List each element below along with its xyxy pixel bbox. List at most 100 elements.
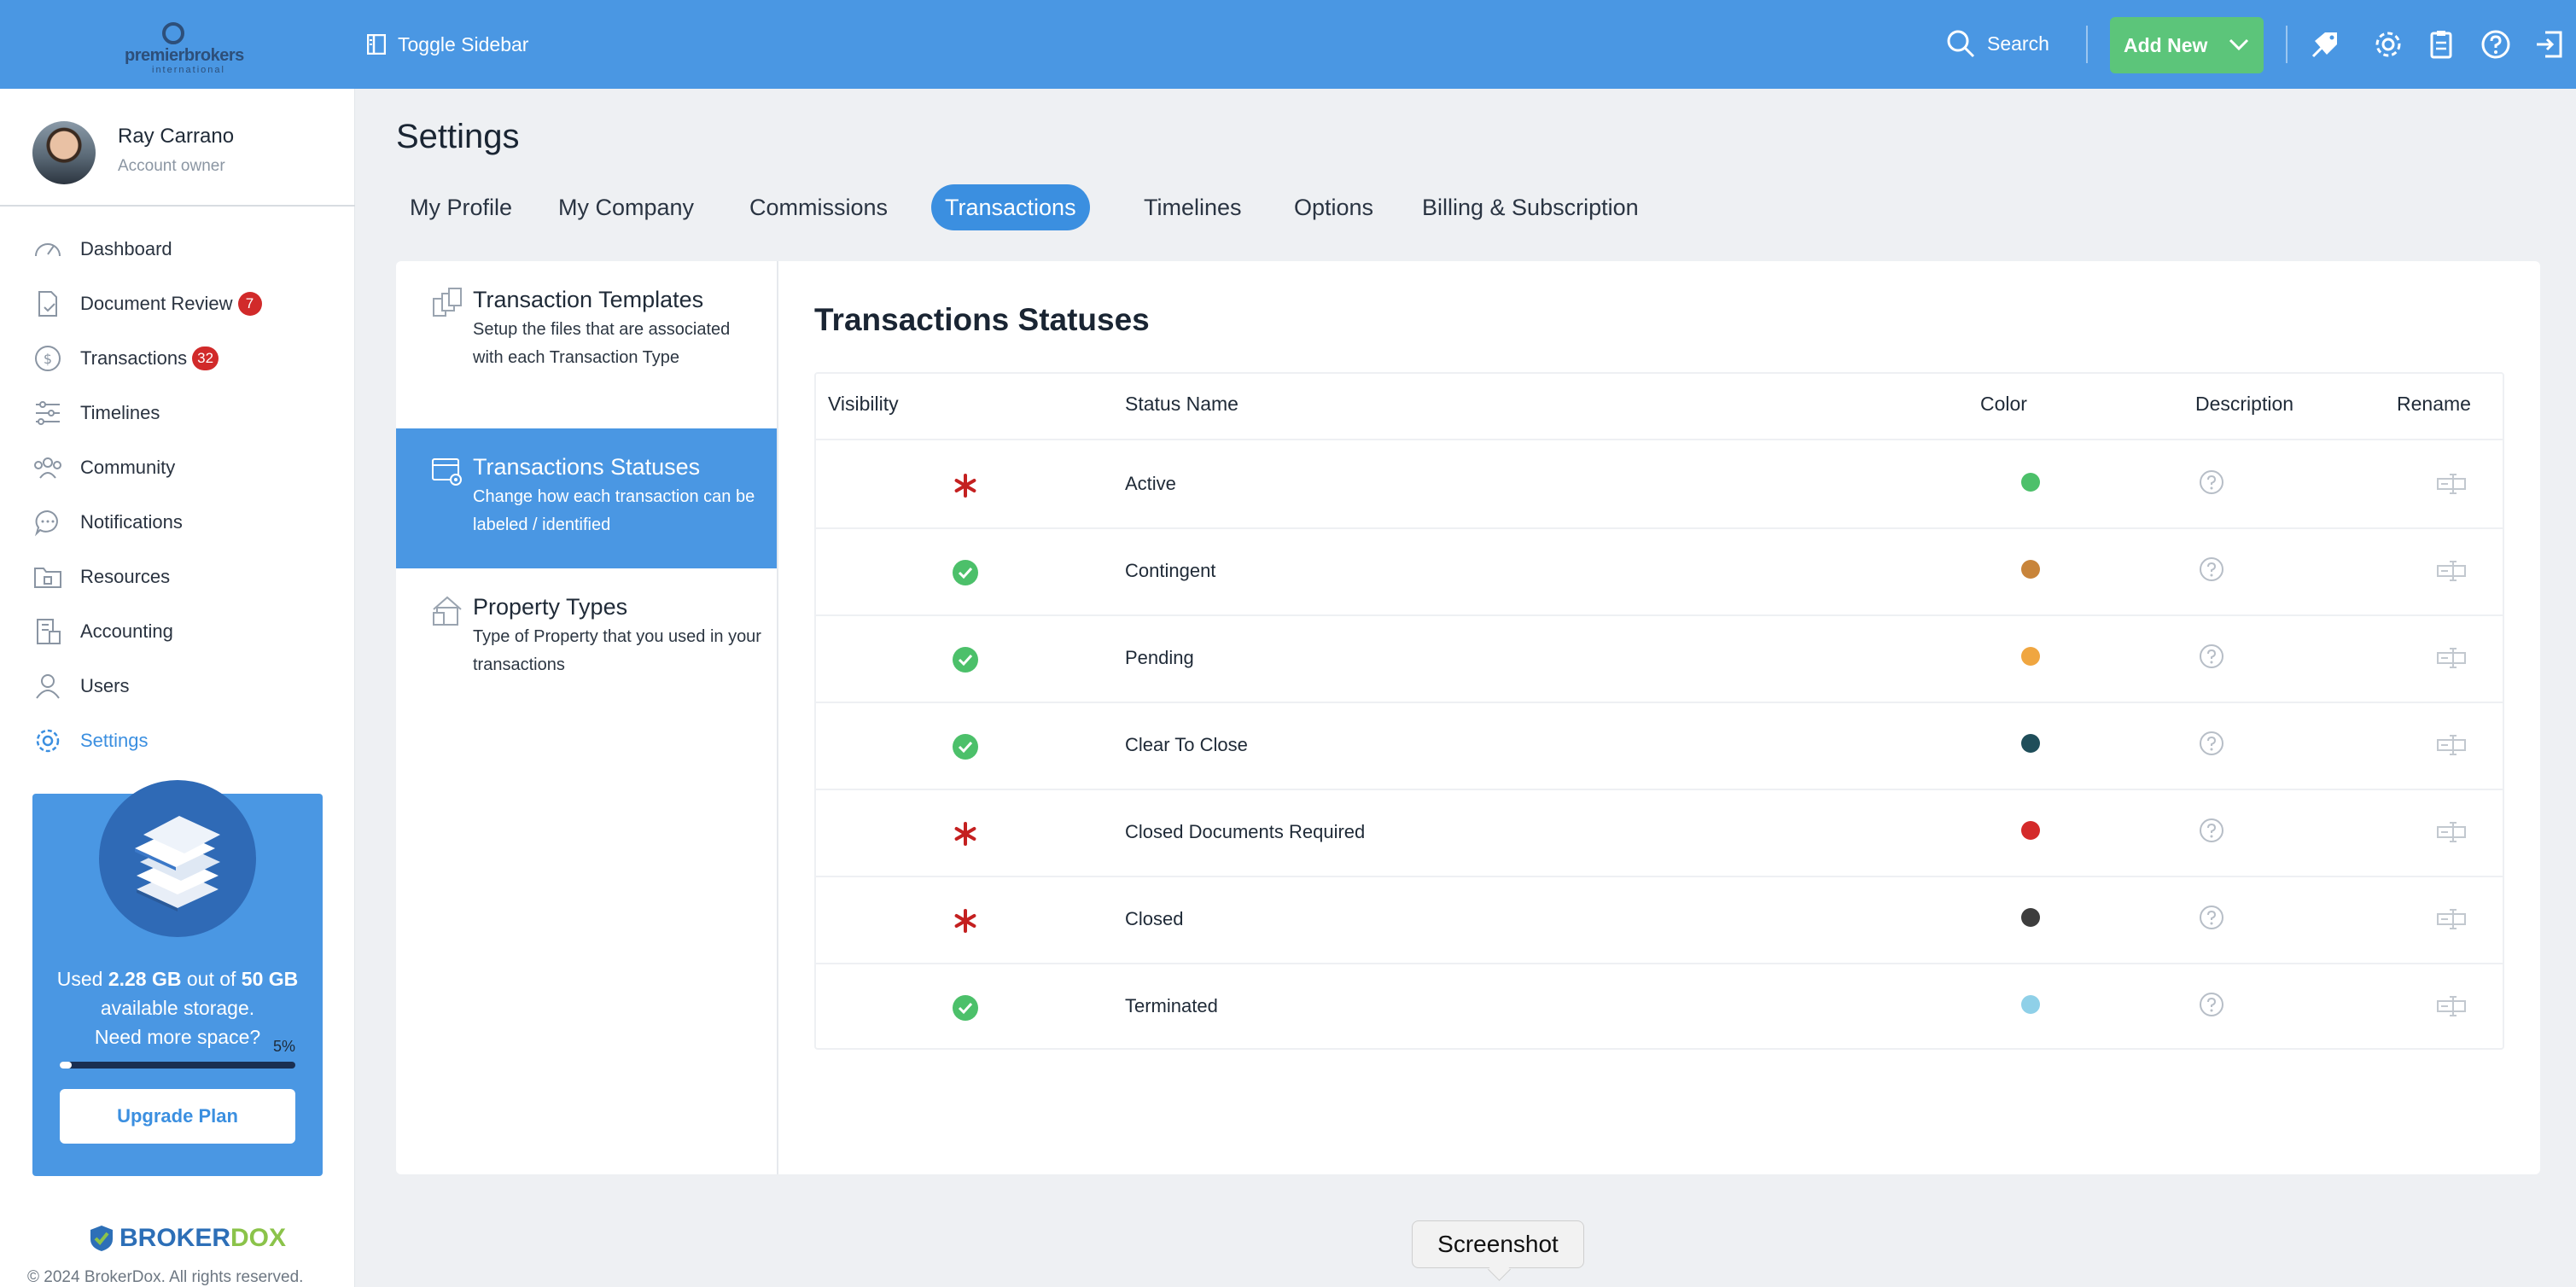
tab-commissions[interactable]: Commissions (736, 184, 901, 230)
sidebar-item-timelines[interactable]: Timelines (32, 396, 160, 430)
search-label: Search (1987, 32, 2049, 55)
house-icon (433, 596, 462, 626)
help-icon[interactable] (2199, 556, 2224, 582)
sidebar-item-label: Timelines (80, 402, 160, 423)
status-name: Closed (1125, 908, 1184, 929)
column-header-rename: Rename (2397, 393, 2471, 415)
settings-card: Transaction Templates Setup the files th… (396, 261, 2540, 1174)
required-asterisk-icon[interactable] (953, 821, 978, 847)
statuses-table: Visibility Status Name Color Description… (814, 372, 2504, 1050)
help-icon[interactable] (2199, 992, 2224, 1017)
status-color-swatch[interactable] (2021, 734, 2040, 753)
sidebar-item-label: Notifications (80, 511, 183, 533)
column-header-status-name: Status Name (1125, 393, 1238, 415)
tab-timelines[interactable]: Timelines (1130, 184, 1256, 230)
company-logo[interactable]: premierbrokers international (119, 22, 244, 75)
logo-text: premierbrokers (125, 46, 244, 65)
sidebar-item-label: Transactions (80, 347, 188, 369)
status-name: Closed Documents Required (1125, 821, 1366, 842)
toggle-sidebar-button[interactable]: Toggle Sidebar (367, 31, 528, 58)
rename-icon[interactable] (2436, 732, 2467, 758)
sidebar-item-label: Resources (80, 566, 171, 587)
rename-icon[interactable] (2436, 645, 2467, 671)
sidebar-item-label: Settings (80, 730, 149, 751)
sidebar-item-transactions[interactable]: $ Transactions 32 (32, 341, 219, 376)
chevron-down-icon (2229, 38, 2249, 51)
document-check-icon (38, 291, 57, 317)
table-row: Contingent (816, 527, 2503, 614)
visible-check-icon[interactable] (953, 995, 978, 1021)
rename-icon[interactable] (2436, 471, 2467, 497)
page-title: Settings (396, 118, 520, 155)
sidebar-item-settings[interactable]: Settings (32, 724, 149, 758)
logo-subtext: international (152, 65, 225, 75)
header-divider (2086, 26, 2088, 63)
avatar[interactable] (32, 121, 96, 184)
dollar-icon: $ (35, 346, 61, 371)
add-new-button[interactable]: Add New (2110, 17, 2264, 73)
menu-item-transactions-statuses[interactable]: Transactions Statuses Change how each tr… (396, 428, 777, 568)
status-name: Clear To Close (1125, 734, 1248, 755)
help-icon[interactable] (2199, 731, 2224, 756)
storage-prompt: Need more space? (94, 1026, 261, 1048)
sidebar-item-accounting[interactable]: Accounting (32, 614, 173, 649)
status-color-swatch[interactable] (2021, 995, 2040, 1014)
count-badge: 32 (192, 346, 219, 370)
visible-check-icon[interactable] (953, 560, 978, 585)
user-name: Ray Carrano (118, 125, 235, 148)
status-color-swatch[interactable] (2021, 473, 2040, 492)
rename-icon[interactable] (2436, 906, 2467, 932)
screenshot-tooltip: Screenshot (1412, 1220, 1584, 1268)
table-row: Active (816, 440, 2503, 527)
help-icon[interactable] (2199, 905, 2224, 930)
tab-options[interactable]: Options (1280, 184, 1387, 230)
column-header-visibility: Visibility (828, 393, 899, 415)
help-icon[interactable] (2199, 644, 2224, 669)
status-settings-icon (432, 458, 462, 486)
status-color-swatch[interactable] (2021, 647, 2040, 666)
tab-my-profile[interactable]: My Profile (396, 184, 526, 230)
status-color-swatch[interactable] (2021, 908, 2040, 927)
visible-check-icon[interactable] (953, 734, 978, 760)
search-button[interactable]: Search (1946, 29, 2049, 58)
top-bar: premierbrokers international Toggle Side… (0, 0, 2576, 89)
sidebar-item-users[interactable]: Users (32, 669, 129, 703)
gear-icon[interactable] (2373, 29, 2404, 60)
tag-icon[interactable] (2310, 29, 2340, 60)
templates-icon (433, 288, 462, 317)
sidebar-item-resources[interactable]: Resources (32, 560, 170, 594)
tab-my-company[interactable]: My Company (545, 184, 708, 230)
svg-text:$: $ (44, 351, 52, 367)
menu-item-property-types[interactable]: Property Types Type of Property that you… (396, 568, 777, 696)
required-asterisk-icon[interactable] (953, 908, 978, 934)
tab-billing-subscription[interactable]: Billing & Subscription (1408, 184, 1652, 230)
brokerdox-shield-icon (90, 1226, 113, 1251)
required-asterisk-icon[interactable] (953, 473, 978, 498)
timeline-icon (36, 401, 60, 425)
help-icon[interactable] (2480, 29, 2511, 60)
status-color-swatch[interactable] (2021, 560, 2040, 579)
building-icon (37, 619, 61, 644)
header-divider (2286, 26, 2288, 63)
rename-icon[interactable] (2436, 558, 2467, 584)
table-row: Terminated (816, 963, 2503, 1050)
menu-item-description: Type of Property that you used in your t… (473, 627, 761, 674)
visible-check-icon[interactable] (953, 647, 978, 673)
rename-icon[interactable] (2436, 993, 2467, 1019)
upgrade-plan-button[interactable]: Upgrade Plan (60, 1089, 295, 1144)
sidebar-item-notifications[interactable]: Notifications (32, 505, 183, 539)
people-icon (34, 457, 61, 479)
tab-transactions[interactable]: Transactions (931, 184, 1090, 230)
rename-icon[interactable] (2436, 819, 2467, 845)
sidebar-item-document-review[interactable]: Document Review 7 (32, 287, 262, 321)
user-icon (36, 674, 60, 699)
sidebar-item-community[interactable]: Community (32, 451, 175, 485)
status-color-swatch[interactable] (2021, 821, 2040, 840)
table-row: Clear To Close (816, 702, 2503, 789)
logout-icon[interactable] (2533, 29, 2564, 60)
help-icon[interactable] (2199, 469, 2224, 495)
help-icon[interactable] (2199, 818, 2224, 843)
clipboard-icon[interactable] (2426, 29, 2457, 60)
menu-item-transaction-templates[interactable]: Transaction Templates Setup the files th… (396, 261, 777, 428)
sidebar-item-dashboard[interactable]: Dashboard (32, 232, 172, 266)
